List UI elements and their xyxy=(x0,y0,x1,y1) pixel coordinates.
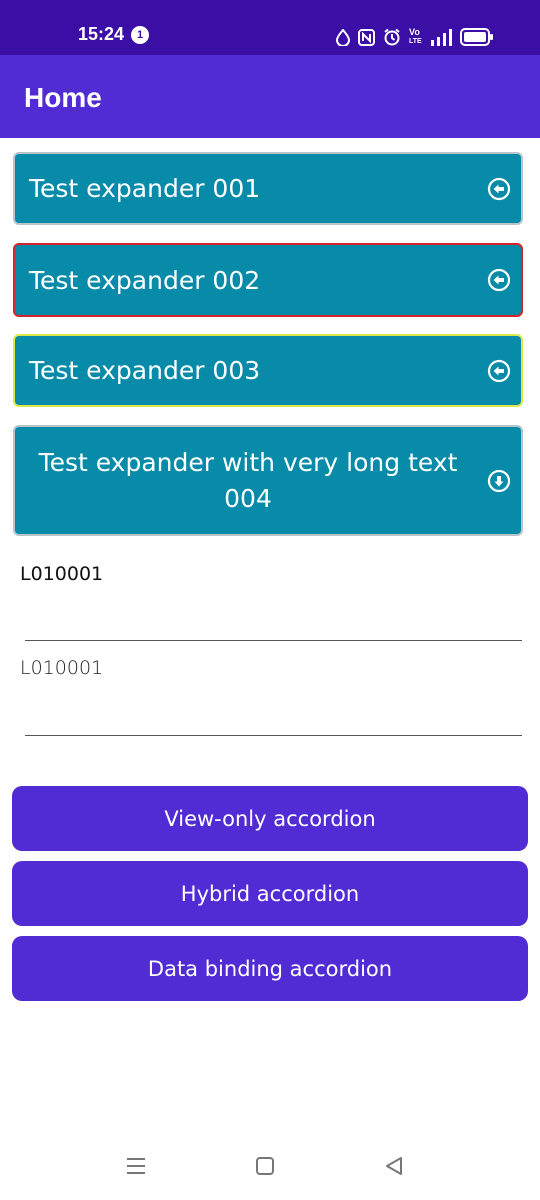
status-time: 15:24 xyxy=(78,24,125,44)
status-icons: Vo LTE xyxy=(336,27,494,47)
expander-title: Test expander 003 xyxy=(29,356,261,385)
notification-badge: 1 xyxy=(131,26,149,44)
home-square-icon[interactable] xyxy=(255,1156,275,1176)
entry-field-value[interactable]: L010001 xyxy=(20,657,103,679)
volte-label-top: Vo xyxy=(409,27,420,37)
volte-icon: Vo LTE xyxy=(409,28,422,46)
expander-title: Test expander 001 xyxy=(29,174,261,203)
expander-title: Test expander 002 xyxy=(29,265,261,295)
expander-001[interactable]: Test expander 001 xyxy=(13,152,523,225)
expander-002[interactable]: Test expander 002 xyxy=(13,243,523,317)
expander-title: Test expander with very long text 004 xyxy=(38,447,458,513)
alarm-clock-icon xyxy=(383,28,401,46)
expander-004[interactable]: Test expander with very long text 004 xyxy=(13,425,523,536)
arrow-left-circle-icon[interactable] xyxy=(487,177,511,201)
arrow-down-circle-icon[interactable] xyxy=(487,469,511,493)
battery-icon xyxy=(459,28,494,46)
menu-icon[interactable] xyxy=(125,1156,147,1176)
hybrid-accordion-button[interactable]: Hybrid accordion xyxy=(12,861,528,926)
back-triangle-icon[interactable] xyxy=(384,1156,404,1176)
data-binding-accordion-button[interactable]: Data binding accordion xyxy=(12,936,528,1001)
arrow-left-circle-icon[interactable] xyxy=(487,359,511,383)
nfc-icon xyxy=(358,28,375,46)
water-drop-icon xyxy=(336,28,350,46)
signal-icon xyxy=(430,28,452,46)
entry-field-value[interactable]: L010001 xyxy=(20,563,103,585)
page-title: Home xyxy=(24,82,102,113)
app-bar: Home xyxy=(0,55,540,138)
view-only-accordion-button[interactable]: View-only accordion xyxy=(12,786,528,851)
entry-underline xyxy=(25,640,522,641)
expander-003[interactable]: Test expander 003 xyxy=(13,334,523,407)
navigation-bar xyxy=(0,1130,540,1200)
arrow-left-circle-icon[interactable] xyxy=(487,268,511,292)
volte-label-bottom: LTE xyxy=(409,38,422,45)
entry-underline xyxy=(25,735,522,736)
status-bar: 15:24 1 Vo LTE xyxy=(0,0,540,55)
